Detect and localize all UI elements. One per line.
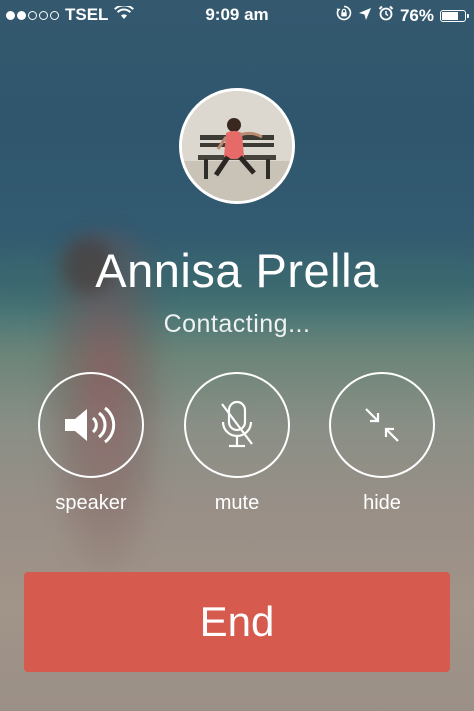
mute-control[interactable]: mute	[182, 372, 292, 515]
mute-icon	[221, 400, 253, 448]
end-call-button[interactable]: End	[24, 572, 450, 672]
battery-icon	[440, 9, 469, 22]
location-arrow-icon	[358, 6, 372, 26]
battery-percent: 76%	[399, 5, 434, 25]
hide-control[interactable]: hide	[327, 372, 437, 515]
mute-label: mute	[214, 492, 260, 514]
call-controls: speaker mute hide	[0, 372, 474, 522]
orientation-lock-icon	[336, 5, 352, 26]
avatar-photo	[182, 91, 292, 201]
hide-label: hide	[363, 492, 401, 514]
status-right: 76%	[336, 5, 469, 26]
contact-name: Annisa Prella	[95, 244, 379, 297]
status-bar: TSEL 9:09 am 76%	[0, 0, 474, 30]
speaker-button[interactable]	[38, 372, 144, 478]
hide-icon	[365, 408, 399, 442]
contact-avatar	[179, 88, 295, 204]
call-status: Contacting...	[163, 310, 311, 338]
hide-button[interactable]	[329, 372, 435, 478]
alarm-icon	[378, 5, 394, 26]
speaker-icon	[65, 406, 116, 444]
speaker-control[interactable]: speaker	[36, 372, 146, 515]
mute-button[interactable]	[184, 372, 290, 478]
speaker-label: speaker	[55, 492, 127, 514]
